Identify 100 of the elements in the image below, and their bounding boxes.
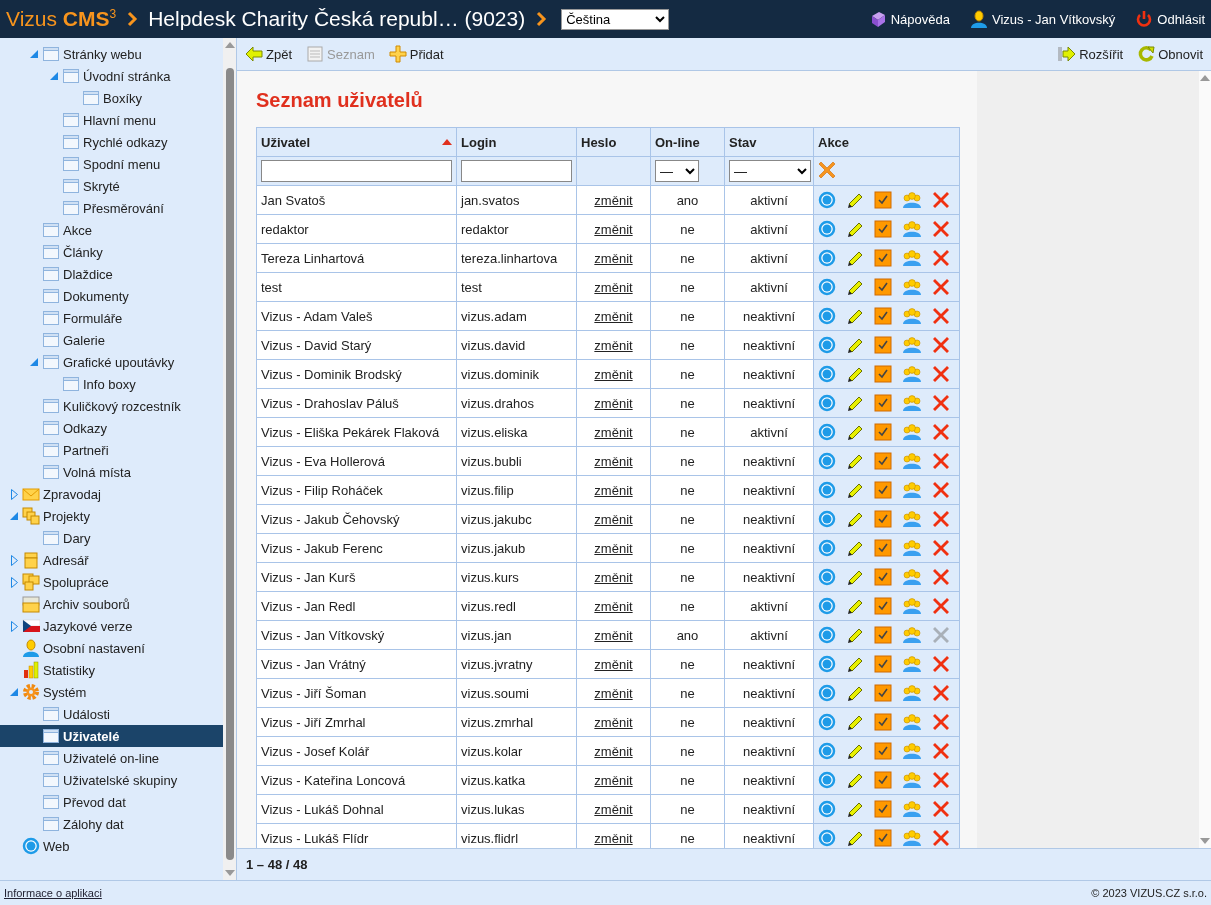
sidebar-item[interactable]: Systém bbox=[0, 681, 223, 703]
table-cell: Vizus - Jiří Šoman bbox=[256, 678, 457, 708]
table-cell: Vizus - Lukáš Dohnal bbox=[256, 794, 457, 824]
delete-icon[interactable] bbox=[932, 597, 950, 615]
table-cell: neaktivní bbox=[724, 794, 814, 824]
toolbar-button[interactable]: Přidat bbox=[388, 45, 444, 63]
sidebar-item[interactable]: Kuličkový rozcestník bbox=[0, 395, 223, 417]
toolbar-button[interactable]: Rozšířit bbox=[1058, 45, 1124, 63]
checkbox-icon bbox=[874, 626, 892, 644]
sidebar-item[interactable]: Archiv souborů bbox=[0, 593, 223, 615]
sidebar-item[interactable]: Rychlé odkazy bbox=[0, 131, 223, 153]
sidebar-item[interactable]: Galerie bbox=[0, 329, 223, 351]
sidebar-item[interactable]: Odkazy bbox=[0, 417, 223, 439]
delete-icon[interactable] bbox=[932, 829, 950, 847]
sidebar-item[interactable]: Uživatelé on-line bbox=[0, 747, 223, 769]
sidebar-item[interactable]: Dary bbox=[0, 527, 223, 549]
checkbox-icon bbox=[874, 220, 892, 238]
user-group-icon bbox=[902, 481, 922, 499]
delete-icon[interactable] bbox=[932, 655, 950, 673]
filter-field[interactable] bbox=[461, 160, 572, 182]
table-cell: ne bbox=[650, 359, 725, 389]
sidebar-item[interactable]: Zpravodaj bbox=[0, 483, 223, 505]
sidebar-item[interactable]: Statistiky bbox=[0, 659, 223, 681]
sidebar-item[interactable]: Hlavní menu bbox=[0, 109, 223, 131]
sidebar-item[interactable]: Jazykové verze bbox=[0, 615, 223, 637]
delete-icon[interactable] bbox=[932, 510, 950, 528]
sidebar-item[interactable]: Uživatelské skupiny bbox=[0, 769, 223, 791]
delete-icon[interactable] bbox=[932, 539, 950, 557]
delete-icon[interactable] bbox=[932, 394, 950, 412]
sidebar-item[interactable]: Události bbox=[0, 703, 223, 725]
delete-icon[interactable] bbox=[932, 191, 950, 209]
help-link[interactable]: Nápověda bbox=[868, 10, 950, 28]
delete-icon[interactable] bbox=[932, 452, 950, 470]
sidebar-item[interactable]: Převod dat bbox=[0, 791, 223, 813]
pencil-icon bbox=[846, 278, 864, 296]
table-cell: neaktivní bbox=[724, 359, 814, 389]
sidebar-item[interactable]: Články bbox=[0, 241, 223, 263]
sidebar-item[interactable]: Skryté bbox=[0, 175, 223, 197]
sidebar-item[interactable]: Zálohy dat bbox=[0, 813, 223, 835]
sidebar-item[interactable]: Spolupráce bbox=[0, 571, 223, 593]
sidebar-item[interactable]: Volná místa bbox=[0, 461, 223, 483]
delete-icon[interactable] bbox=[932, 423, 950, 441]
delete-icon[interactable] bbox=[932, 568, 950, 586]
table-cell: aktivní bbox=[724, 417, 814, 447]
sidebar-item[interactable]: Přesměrování bbox=[0, 197, 223, 219]
pencil-icon bbox=[846, 684, 864, 702]
logo[interactable]: Vizus CMS$^{3}$ bbox=[6, 7, 117, 31]
delete-icon[interactable] bbox=[932, 307, 950, 325]
delete-icon[interactable] bbox=[932, 800, 950, 818]
delete-icon[interactable] bbox=[932, 771, 950, 789]
toolbar-button[interactable]: Obnovit bbox=[1137, 45, 1203, 63]
sidebar-item[interactable]: Grafické upoutávky bbox=[0, 351, 223, 373]
sidebar-item[interactable]: Projekty bbox=[0, 505, 223, 527]
app-info-link[interactable]: Informace o aplikaci bbox=[4, 887, 102, 899]
filter-select[interactable]: — bbox=[729, 160, 811, 182]
sidebar-item[interactable]: Formuláře bbox=[0, 307, 223, 329]
globe-ring-icon bbox=[818, 800, 836, 818]
table-cell: vizus.drahos bbox=[456, 388, 577, 418]
delete-icon[interactable] bbox=[932, 249, 950, 267]
sidebar-item[interactable]: Úvodní stránka bbox=[0, 65, 223, 87]
delete-icon[interactable] bbox=[932, 336, 950, 354]
delete-icon[interactable] bbox=[932, 684, 950, 702]
sidebar-item[interactable]: Spodní menu bbox=[0, 153, 223, 175]
scrollbar[interactable] bbox=[1199, 71, 1211, 848]
sidebar-item[interactable]: Stránky webu bbox=[0, 43, 223, 65]
chevron-icon bbox=[126, 10, 139, 28]
delete-icon[interactable] bbox=[932, 278, 950, 296]
table-cell: test bbox=[256, 272, 457, 302]
table-cell: ne bbox=[650, 678, 725, 708]
table-cell: vizus.jakub bbox=[456, 533, 577, 563]
sidebar-item[interactable]: Adresář bbox=[0, 549, 223, 571]
pencil-icon bbox=[846, 307, 864, 325]
delete-icon[interactable] bbox=[932, 713, 950, 731]
sidebar-item[interactable]: Boxíky bbox=[0, 87, 223, 109]
sidebar-item[interactable]: Web bbox=[0, 835, 223, 857]
table-cell: ano bbox=[650, 185, 725, 215]
table-cell: ne bbox=[650, 504, 725, 534]
pencil-icon bbox=[846, 423, 864, 441]
filter-field[interactable] bbox=[261, 160, 452, 182]
collapsed-triangle-icon bbox=[10, 576, 18, 588]
user-group-icon bbox=[902, 597, 922, 615]
globe-ring-icon bbox=[818, 423, 836, 441]
filter-select[interactable]: — bbox=[655, 160, 699, 182]
scrollbar[interactable] bbox=[223, 38, 236, 880]
delete-icon[interactable] bbox=[932, 481, 950, 499]
sidebar-item[interactable]: Akce bbox=[0, 219, 223, 241]
sidebar-item[interactable]: Dlaždice bbox=[0, 263, 223, 285]
table-cell: neaktivní bbox=[724, 330, 814, 360]
sidebar-item[interactable]: Partneři bbox=[0, 439, 223, 461]
sidebar-item[interactable]: Osobní nastavení bbox=[0, 637, 223, 659]
delete-icon[interactable] bbox=[932, 742, 950, 760]
delete-icon[interactable] bbox=[932, 365, 950, 383]
sidebar-item[interactable]: Uživatelé bbox=[0, 725, 223, 747]
toolbar-button[interactable]: Zpět bbox=[245, 45, 292, 63]
sidebar-item[interactable]: Info boxy bbox=[0, 373, 223, 395]
sidebar-item[interactable]: Dokumenty bbox=[0, 285, 223, 307]
user-link[interactable]: Vizus - Jan Vítkovský bbox=[970, 10, 1116, 28]
logout-link[interactable]: Odhlásit bbox=[1135, 10, 1205, 28]
delete-icon[interactable] bbox=[932, 220, 950, 238]
language-select[interactable]: Čeština bbox=[561, 8, 670, 30]
